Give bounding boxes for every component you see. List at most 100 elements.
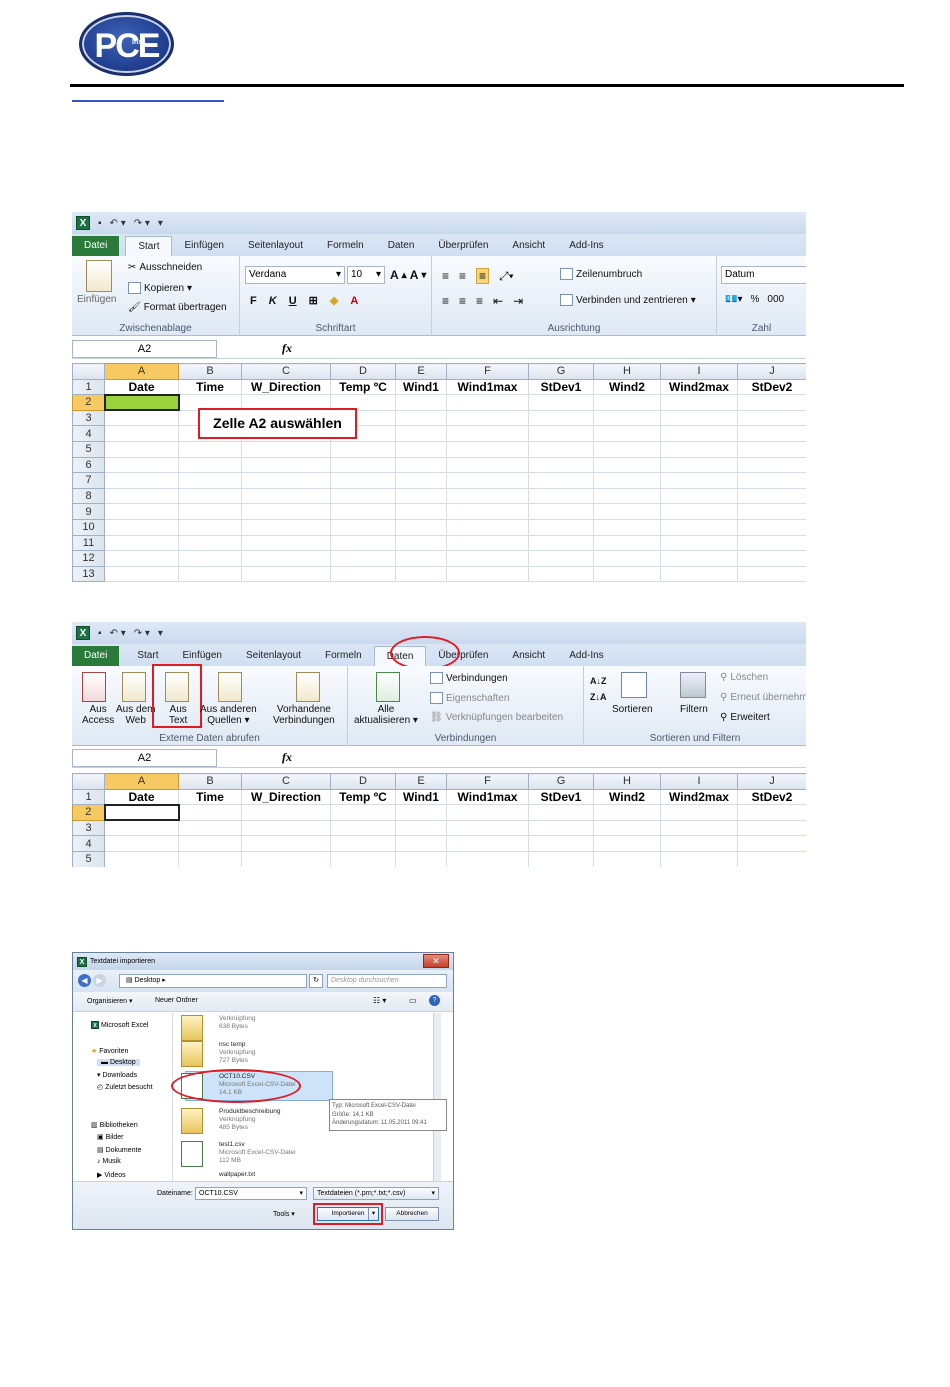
font-color-icon[interactable]: A	[350, 295, 358, 307]
align-center-icon[interactable]: ≡	[459, 294, 466, 308]
align-bottom-icon[interactable]: ≡	[476, 268, 490, 284]
cell[interactable]	[660, 503, 738, 520]
cell[interactable]	[528, 518, 594, 536]
cell[interactable]	[104, 565, 179, 582]
search-input[interactable]: Desktop durchsuchen	[327, 974, 447, 988]
tab-datei[interactable]: Datei	[72, 646, 120, 666]
cell[interactable]	[593, 550, 661, 567]
cell[interactable]	[104, 550, 179, 567]
font-size-combo[interactable]: 10 ▾	[347, 266, 385, 284]
header-cell-wind1max[interactable]: Wind1max	[446, 788, 529, 806]
cell[interactable]	[593, 518, 661, 536]
qat-menu-icon[interactable]: ▾	[158, 628, 163, 639]
cell[interactable]	[330, 503, 396, 520]
cell[interactable]	[178, 518, 242, 536]
cell[interactable]	[593, 804, 661, 821]
sort-desc-icon[interactable]: Z↓A	[590, 692, 607, 702]
cell[interactable]	[528, 440, 594, 458]
column-header[interactable]: F	[446, 363, 529, 380]
sort-button[interactable]: Sortieren	[612, 704, 653, 715]
tab-start[interactable]: Start	[125, 236, 173, 256]
file-item[interactable]: wallpaper.txt	[219, 1171, 255, 1179]
fx-icon[interactable]: fx	[282, 750, 292, 765]
cell[interactable]	[104, 518, 179, 536]
nav-item-videos[interactable]: ▶ Videos	[97, 1171, 126, 1179]
sort-asc-icon[interactable]: A↓Z	[590, 676, 607, 686]
reapply-button[interactable]: ⚲Erneut übernehmen	[720, 692, 806, 703]
row-header[interactable]: 1	[72, 378, 105, 396]
column-header[interactable]: D	[330, 363, 396, 380]
cell[interactable]	[395, 518, 447, 536]
cell[interactable]	[330, 850, 396, 867]
tab-ansicht[interactable]: Ansicht	[500, 646, 557, 666]
cell[interactable]	[395, 534, 447, 552]
cell[interactable]	[528, 565, 594, 582]
cell[interactable]	[593, 850, 661, 867]
cell[interactable]	[660, 487, 738, 505]
row-header[interactable]: 12	[72, 550, 105, 567]
cell[interactable]	[241, 487, 331, 505]
address-bar[interactable]: ▤ Desktop ▸	[119, 974, 307, 988]
cell[interactable]	[737, 409, 806, 427]
filename-input[interactable]: OCT10.CSV ▾	[195, 1187, 307, 1200]
column-header[interactable]: I	[660, 363, 738, 380]
nav-item-recent[interactable]: ◴ Zuletzt besucht	[97, 1083, 153, 1091]
nav-item-music[interactable]: ♪ Musik	[97, 1158, 121, 1165]
tab-formeln[interactable]: Formeln	[315, 236, 376, 256]
forward-icon[interactable]: ▶	[93, 974, 106, 987]
back-icon[interactable]: ◀	[78, 974, 91, 987]
header-cell-stdev2[interactable]: StDev2	[737, 378, 806, 396]
column-header[interactable]: C	[241, 363, 331, 380]
tab-seitenlayout[interactable]: Seitenlayout	[234, 646, 313, 666]
grow-font-icon[interactable]: A ▴ A ▾	[390, 268, 426, 282]
cell[interactable]	[241, 850, 331, 867]
cell[interactable]	[528, 819, 594, 837]
cell[interactable]	[593, 472, 661, 489]
cell[interactable]	[330, 804, 396, 821]
bold-icon[interactable]: F	[250, 295, 257, 307]
help-icon[interactable]: ?	[429, 995, 440, 1006]
cell[interactable]	[178, 487, 242, 505]
edit-links-button[interactable]: ⛓ Verknüpfungen bearbeiten	[430, 712, 563, 723]
cell[interactable]	[737, 487, 806, 505]
indent-icon[interactable]: ⇤	[493, 294, 503, 308]
header-cell-time[interactable]: Time	[178, 788, 242, 806]
cell[interactable]	[241, 835, 331, 852]
cell[interactable]	[528, 503, 594, 520]
header-cell-wdirection[interactable]: W_Direction	[241, 788, 331, 806]
fx-icon[interactable]: fx	[282, 341, 292, 356]
underline-icon[interactable]: U	[289, 295, 297, 307]
row-header[interactable]: 4	[72, 425, 105, 442]
cell[interactable]	[660, 850, 738, 867]
cell[interactable]	[104, 487, 179, 505]
orientation-icon[interactable]: ⤢▾	[499, 269, 514, 284]
tab-add-ins[interactable]: Add-Ins	[557, 236, 615, 256]
tab-einfuegen[interactable]: Einfügen	[172, 236, 235, 256]
cell[interactable]	[104, 534, 179, 552]
corner-cell[interactable]	[72, 363, 105, 380]
new-folder-button[interactable]: Neuer Ordner	[155, 997, 198, 1004]
cell[interactable]	[178, 534, 242, 552]
cell[interactable]	[446, 518, 529, 536]
column-header[interactable]: A	[104, 773, 179, 790]
cell[interactable]	[446, 440, 529, 458]
cell[interactable]	[178, 550, 242, 567]
cell[interactable]	[395, 835, 447, 852]
cell[interactable]	[528, 487, 594, 505]
properties-button[interactable]: Eigenschaften	[430, 692, 509, 704]
cell[interactable]	[593, 440, 661, 458]
column-header[interactable]: A	[104, 363, 179, 380]
from-access-button[interactable]: Aus Access	[82, 704, 114, 726]
undo-icon[interactable]: ↶ ▾	[110, 628, 126, 639]
row-header[interactable]: 3	[72, 819, 105, 837]
header-cell-wind1[interactable]: Wind1	[395, 378, 447, 396]
italic-icon[interactable]: K	[269, 295, 277, 307]
cell[interactable]	[395, 472, 447, 489]
row-header[interactable]: 8	[72, 487, 105, 505]
column-header[interactable]: C	[241, 773, 331, 790]
cell[interactable]	[593, 456, 661, 474]
cell[interactable]	[178, 835, 242, 852]
cell[interactable]	[660, 472, 738, 489]
cell[interactable]	[330, 534, 396, 552]
cell[interactable]	[178, 819, 242, 837]
